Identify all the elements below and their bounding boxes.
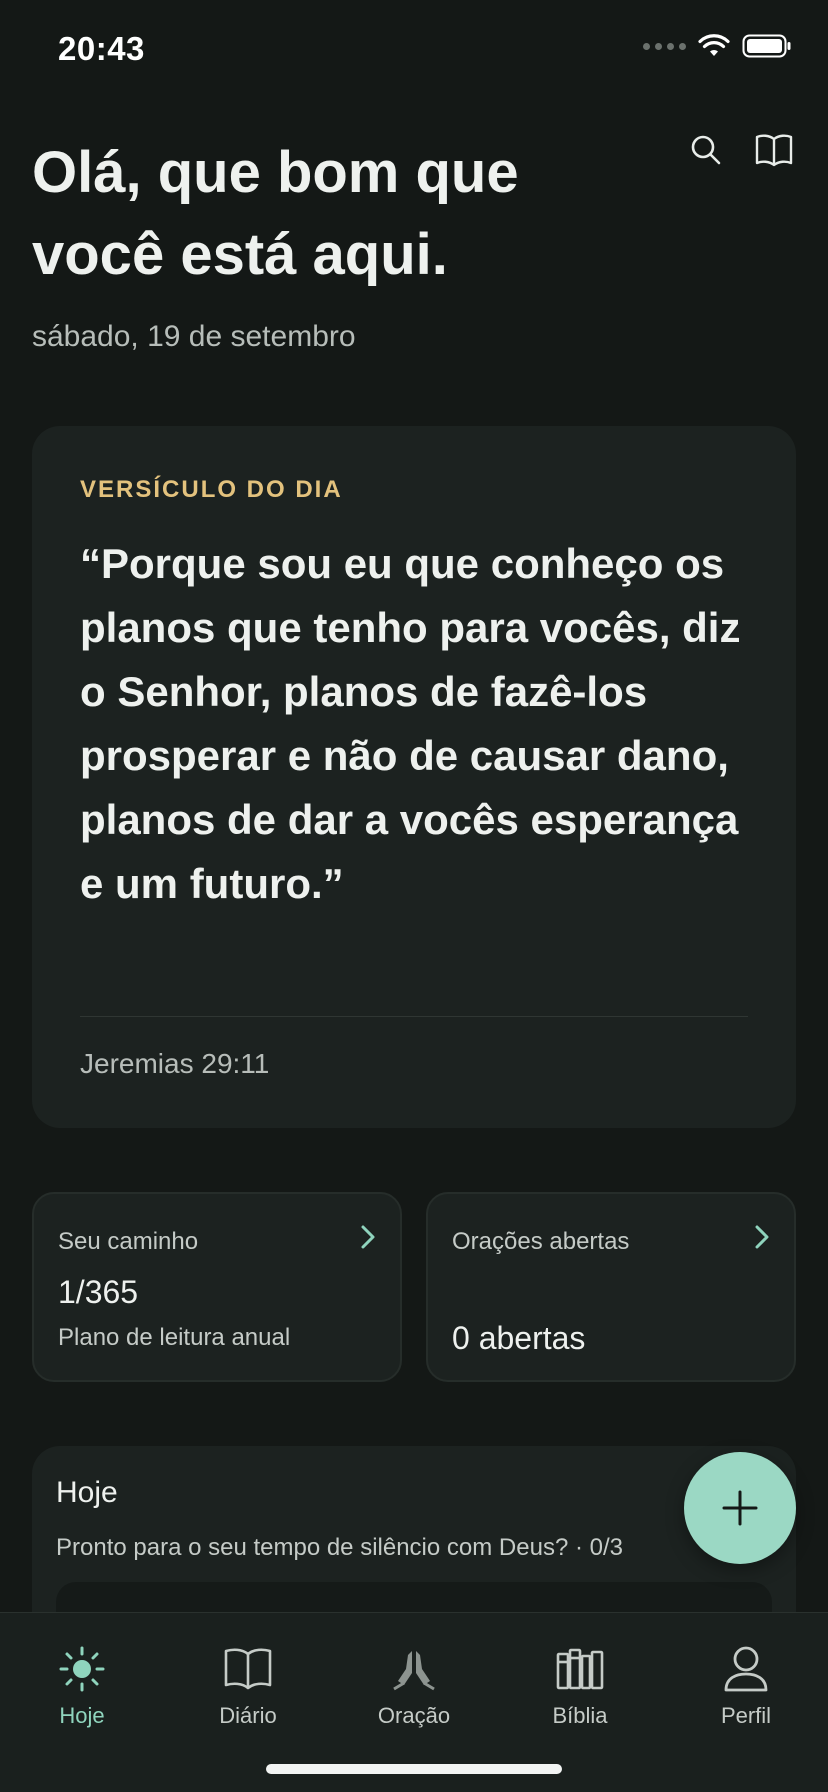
open-prayers-count: 0 abertas <box>452 1320 586 1356</box>
reading-plan-name: Plano de leitura anual <box>58 1324 291 1351</box>
verse-text: “Porque sou eu que conheço os planos que… <box>80 540 741 907</box>
person-icon <box>720 1643 772 1695</box>
status-indicators <box>643 34 792 58</box>
verse-reference: Jeremias 29:11 <box>80 1048 270 1079</box>
tab-perfil[interactable]: Perfil <box>676 1643 816 1729</box>
tab-label: Perfil <box>720 1703 772 1728</box>
today-subtitle: Pronto para o seu tempo de silêncio com … <box>56 1534 623 1561</box>
tab-hoje[interactable]: Hoje <box>12 1643 152 1729</box>
home-indicator[interactable] <box>266 1764 562 1774</box>
tab-label: Oração <box>377 1703 451 1728</box>
open-prayers-title: Orações abertas <box>452 1228 630 1255</box>
tab-label: Hoje <box>59 1703 105 1728</box>
status-time: 20:43 <box>58 30 145 67</box>
book-open-icon[interactable] <box>752 128 796 172</box>
search-icon[interactable] <box>684 128 728 172</box>
signal-icon <box>643 42 686 50</box>
reading-path-card[interactable]: Seu caminho 1/365 Plano de leitura anual <box>32 1192 402 1382</box>
book-icon <box>222 1643 274 1695</box>
chevron-right-icon <box>361 1225 375 1249</box>
today-title: Hoje <box>56 1476 118 1509</box>
books-icon <box>554 1643 606 1695</box>
verse-of-the-day-card[interactable]: VERSÍCULO DO DIA “Porque sou eu que conh… <box>32 426 796 1128</box>
reading-path-title: Seu caminho <box>58 1228 199 1255</box>
header-actions <box>684 128 796 172</box>
open-prayers-card[interactable]: Orações abertas 0 abertas <box>426 1192 796 1382</box>
add-button[interactable] <box>684 1452 796 1564</box>
tab-diario[interactable]: Diário <box>178 1643 318 1729</box>
chevron-right-icon <box>755 1225 769 1249</box>
verse-divider <box>80 1016 748 1017</box>
battery-icon <box>742 34 791 58</box>
tab-biblia[interactable]: Bíblia <box>510 1643 650 1729</box>
reading-path-progress: 1/365 <box>58 1274 139 1310</box>
wifi-icon <box>698 34 730 56</box>
plus-icon <box>722 1490 758 1526</box>
tab-oracao[interactable]: Oração <box>344 1643 484 1729</box>
sun-icon <box>56 1643 108 1695</box>
tab-label: Bíblia <box>552 1703 608 1728</box>
status-bar: 20:43 <box>0 0 828 100</box>
greeting-title: Olá, que bom que você está aqui. <box>32 140 519 287</box>
tab-label: Diário <box>219 1703 277 1728</box>
praying-hands-icon <box>388 1643 440 1695</box>
verse-label: VERSÍCULO DO DIA <box>80 476 343 503</box>
current-date: sábado, 19 de setembro <box>32 320 356 353</box>
